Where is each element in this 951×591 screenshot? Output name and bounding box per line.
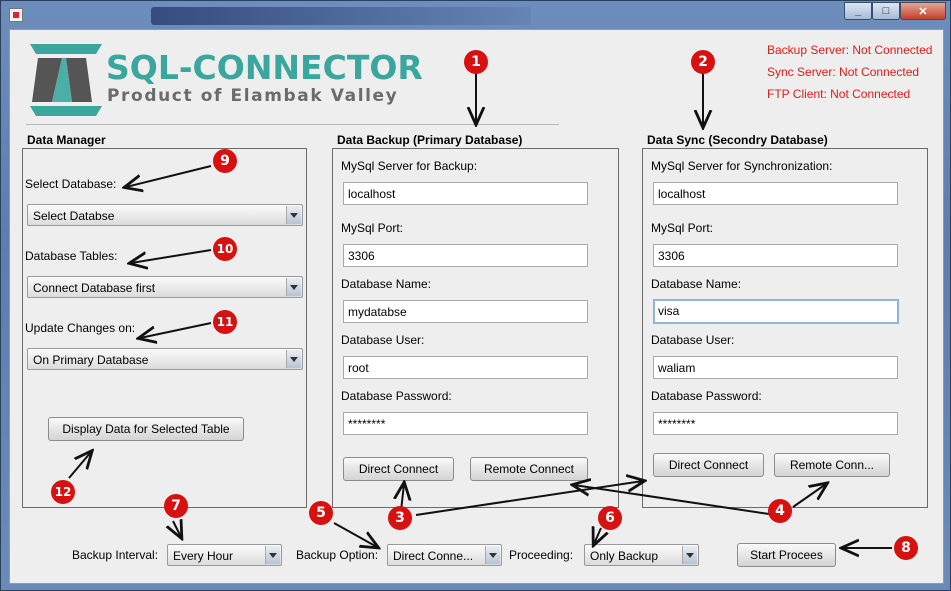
chevron-down-icon[interactable] xyxy=(286,350,301,368)
close-button[interactable]: ✕ xyxy=(900,2,946,20)
data-backup-panel: MySql Server for Backup: localhost MySql… xyxy=(332,148,619,508)
header-divider xyxy=(26,124,559,125)
proceeding-label: Proceeding: xyxy=(509,548,574,562)
backup-server-status: Backup Server: Not Connected xyxy=(767,43,933,57)
chevron-down-icon[interactable] xyxy=(286,206,301,224)
sync-password-input[interactable]: ******** xyxy=(653,412,898,435)
annotation-badge-9: 9 xyxy=(213,149,237,173)
backup-password-label: Database Password: xyxy=(341,389,452,403)
annotation-badge-8: 8 xyxy=(894,536,918,560)
chevron-down-icon[interactable] xyxy=(682,546,697,564)
minimize-button[interactable]: _ xyxy=(844,2,872,20)
backup-dbname-input[interactable]: mydatabse xyxy=(343,300,588,323)
select-database-dropdown[interactable]: Select Databse xyxy=(27,204,303,226)
chevron-down-icon[interactable] xyxy=(485,546,500,564)
sync-remote-connect-button[interactable]: Remote Conn... xyxy=(774,453,890,477)
sync-direct-connect-button[interactable]: Direct Connect xyxy=(653,453,764,477)
sync-dbname-input[interactable]: visa xyxy=(653,299,899,324)
backup-direct-connect-button[interactable]: Direct Connect xyxy=(343,457,454,481)
annotation-badge-12: 12 xyxy=(51,480,75,504)
sync-server-label: MySql Server for Synchronization: xyxy=(651,159,833,173)
title-bar[interactable]: _ □ ✕ xyxy=(1,1,951,29)
annotation-badge-4: 4 xyxy=(768,499,792,523)
update-changes-value: On Primary Database xyxy=(33,353,149,367)
window-controls: _ □ ✕ xyxy=(844,2,946,20)
annotation-badge-2: 2 xyxy=(691,50,715,74)
brand-tagline: Product of Elambak Valley xyxy=(107,86,399,106)
main-content: SQL-CONNECTOR Product of Elambak Valley … xyxy=(9,29,944,584)
backup-user-input[interactable]: root xyxy=(343,356,588,379)
chevron-down-icon[interactable] xyxy=(286,278,301,296)
update-changes-dropdown[interactable]: On Primary Database xyxy=(27,348,303,370)
annotation-badge-5: 5 xyxy=(309,501,333,525)
sync-server-status: Sync Server: Not Connected xyxy=(767,65,920,79)
annotation-badge-3: 3 xyxy=(388,506,412,530)
sql-connector-logo-icon xyxy=(30,44,102,116)
backup-interval-dropdown[interactable]: Every Hour xyxy=(167,544,282,566)
proceeding-value: Only Backup xyxy=(590,549,659,563)
chevron-down-icon[interactable] xyxy=(265,546,280,564)
backup-user-label: Database User: xyxy=(341,333,425,347)
data-sync-title: Data Sync (Secondry Database) xyxy=(647,133,828,147)
annotation-badge-11: 11 xyxy=(213,310,237,334)
backup-option-label: Backup Option: xyxy=(296,548,379,562)
annotation-badge-7: 7 xyxy=(164,494,188,518)
select-database-label: Select Database: xyxy=(25,177,117,191)
data-backup-title: Data Backup (Primary Database) xyxy=(337,133,523,147)
database-tables-label: Database Tables: xyxy=(25,249,118,263)
display-data-button[interactable]: Display Data for Selected Table xyxy=(48,417,244,441)
backup-password-input[interactable]: ******** xyxy=(343,412,588,435)
select-database-value: Select Databse xyxy=(33,209,115,223)
app-window: _ □ ✕ SQL-CONNECTOR Product of Elambak V… xyxy=(0,0,951,591)
annotation-badge-6: 6 xyxy=(598,506,622,530)
backup-server-label: MySql Server for Backup: xyxy=(341,159,478,173)
backup-interval-label: Backup Interval: xyxy=(72,548,159,562)
backup-remote-connect-button[interactable]: Remote Connect xyxy=(470,457,588,481)
database-tables-value: Connect Database first xyxy=(33,281,156,295)
brand-name: SQL-CONNECTOR xyxy=(106,48,423,87)
java-app-icon xyxy=(9,8,23,22)
maximize-button[interactable]: □ xyxy=(872,2,900,20)
backup-port-input[interactable]: 3306 xyxy=(343,244,588,267)
annotation-badge-1: 1 xyxy=(464,50,488,74)
data-sync-panel: MySql Server for Synchronization: localh… xyxy=(642,148,928,508)
sync-port-input[interactable]: 3306 xyxy=(653,244,898,267)
title-bar-background xyxy=(151,7,531,25)
update-changes-label: Update Changes on: xyxy=(25,321,136,335)
annotation-badge-10: 10 xyxy=(213,237,237,261)
sync-dbname-label: Database Name: xyxy=(651,277,742,291)
ftp-client-status: FTP Client: Not Connected xyxy=(767,87,911,101)
backup-interval-value: Every Hour xyxy=(173,549,234,563)
sync-user-label: Database User: xyxy=(651,333,735,347)
backup-dbname-label: Database Name: xyxy=(341,277,432,291)
proceeding-dropdown[interactable]: Only Backup xyxy=(584,544,699,566)
backup-option-value: Direct Conne... xyxy=(393,549,474,563)
backup-server-input[interactable]: localhost xyxy=(343,182,588,205)
sync-password-label: Database Password: xyxy=(651,389,762,403)
data-manager-title: Data Manager xyxy=(27,133,106,147)
sync-user-input[interactable]: waliam xyxy=(653,356,898,379)
data-manager-panel: Select Database: Select Databse Database… xyxy=(22,148,307,508)
backup-port-label: MySql Port: xyxy=(341,221,404,235)
backup-option-dropdown[interactable]: Direct Conne... xyxy=(387,544,502,566)
sync-port-label: MySql Port: xyxy=(651,221,714,235)
start-process-button[interactable]: Start Procees xyxy=(737,543,836,567)
database-tables-dropdown[interactable]: Connect Database first xyxy=(27,276,303,298)
sync-server-input[interactable]: localhost xyxy=(653,182,898,205)
